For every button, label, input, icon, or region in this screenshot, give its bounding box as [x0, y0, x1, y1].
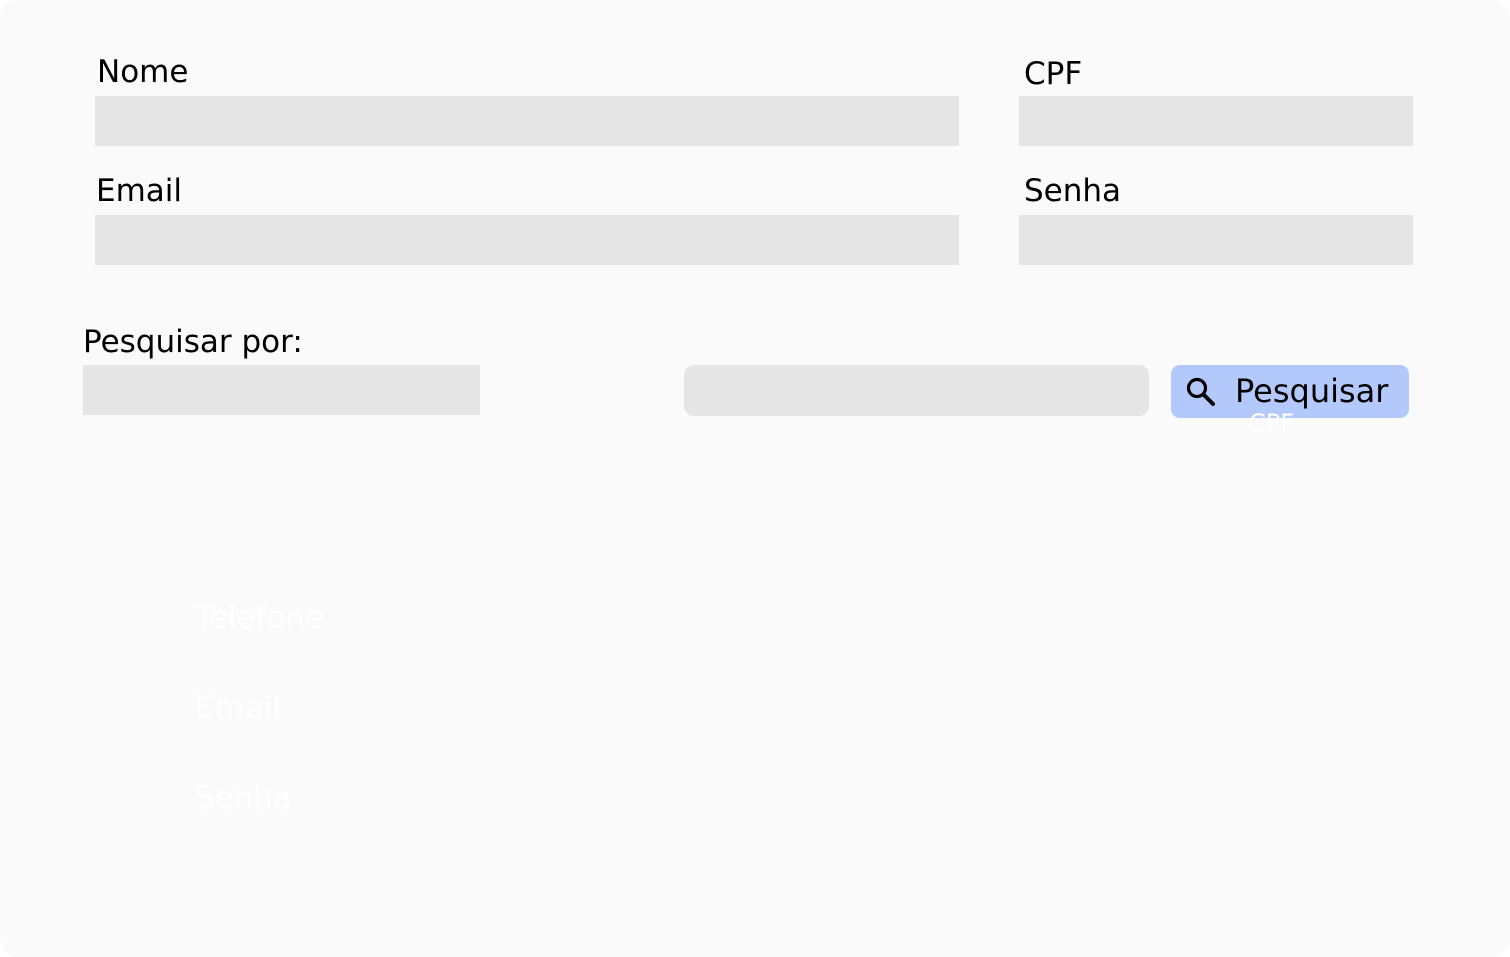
- senha-label: Senha: [1024, 173, 1122, 209]
- hidden-email-label: Email: [195, 690, 282, 726]
- nome-input[interactable]: [95, 96, 959, 146]
- form-panel: Nome CPF Email Senha Pesquisar por: Pesq…: [0, 0, 1510, 957]
- search-input[interactable]: [684, 365, 1149, 416]
- search-filter-field[interactable]: [83, 365, 480, 415]
- search-icon: [1185, 376, 1217, 408]
- hidden-telefone-label: Telefone: [195, 600, 325, 636]
- cpf-label: CPF: [1024, 56, 1083, 92]
- search-by-label: Pesquisar por:: [83, 324, 303, 360]
- email-label: Email: [96, 173, 183, 209]
- senha-input[interactable]: [1019, 215, 1413, 265]
- hidden-senha-label: Senha: [195, 780, 293, 816]
- hidden-cpf-fragment: CPF: [1249, 413, 1295, 433]
- nome-label: Nome: [97, 54, 189, 90]
- search-button-label: Pesquisar: [1235, 372, 1389, 410]
- email-input[interactable]: [95, 215, 959, 265]
- search-button[interactable]: Pesquisar: [1171, 365, 1409, 418]
- cpf-input[interactable]: [1019, 96, 1413, 146]
